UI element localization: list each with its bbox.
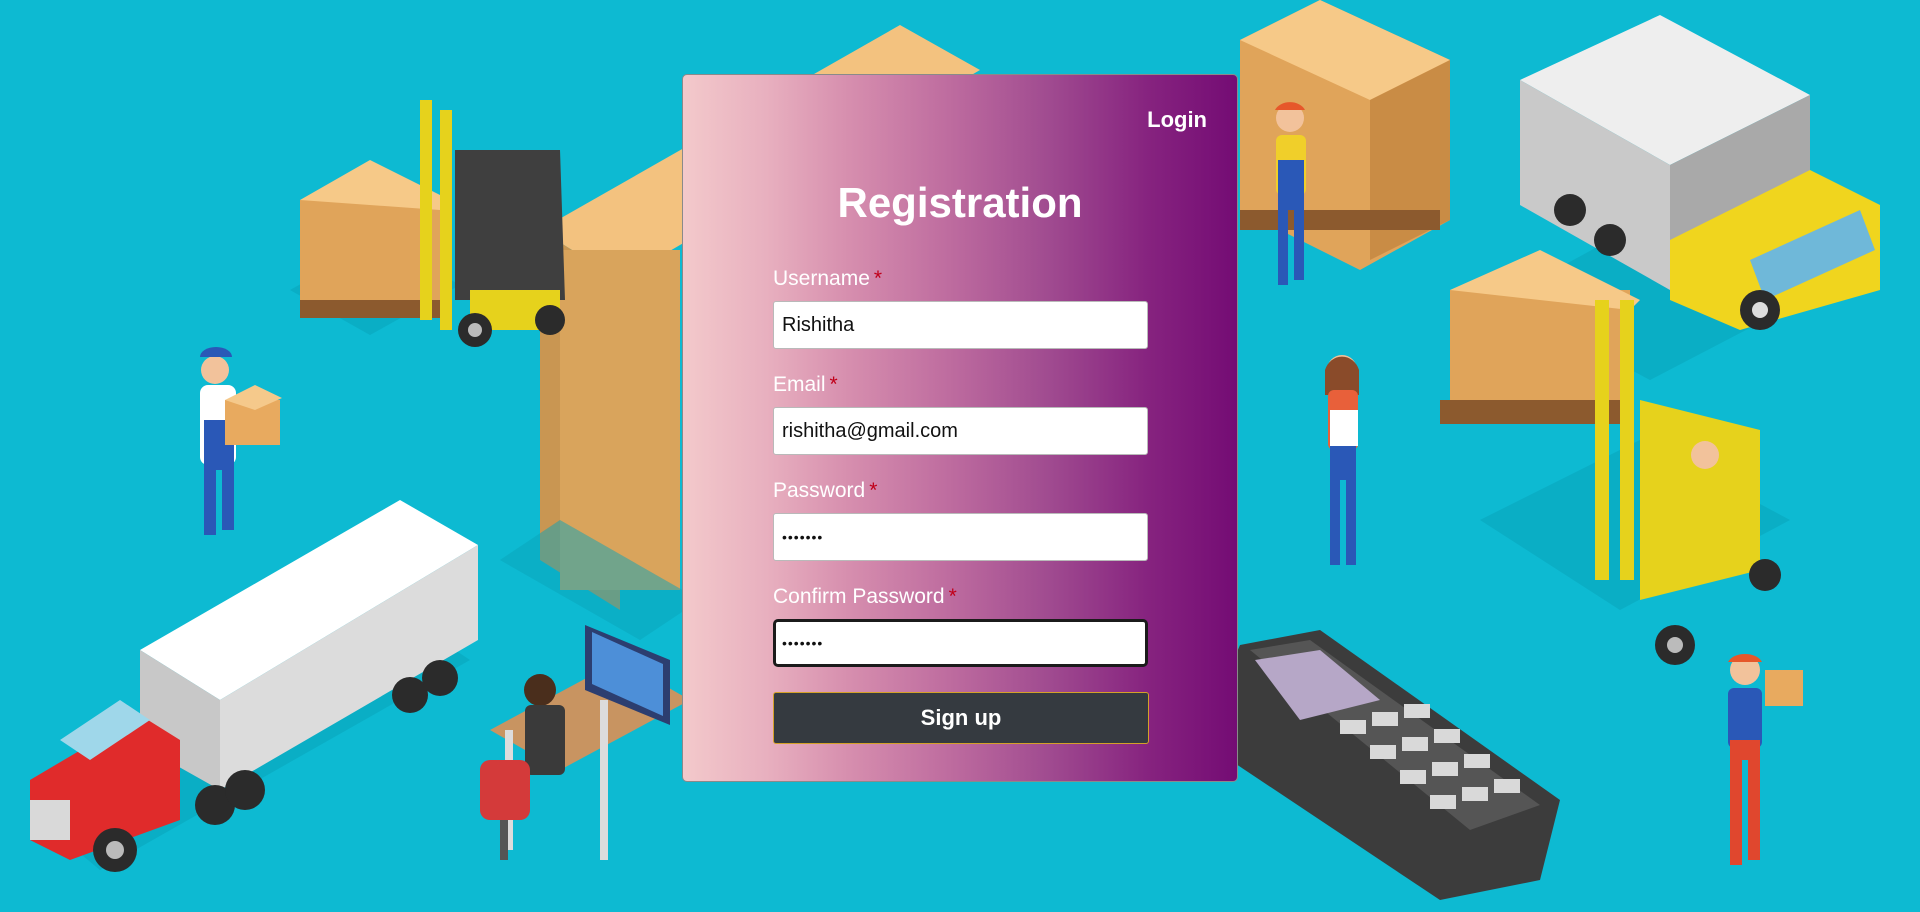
password-field-group: Password * xyxy=(773,479,1148,561)
confirm-password-field-group: Confirm Password * xyxy=(773,585,1148,667)
page-title: Registration xyxy=(837,179,1083,226)
office-worker-at-desk-icon xyxy=(480,625,690,860)
worker-carrying-box-icon xyxy=(200,347,282,535)
registration-card: Login Registration Username* Email* Pass… xyxy=(682,74,1238,782)
confirm-password-label: Confirm Password xyxy=(773,585,945,608)
required-marker: * xyxy=(829,373,838,396)
woman-with-clipboard-icon xyxy=(1325,355,1359,565)
email-field-group: Email * xyxy=(773,373,1148,455)
email-label: Email xyxy=(773,373,826,396)
username-input[interactable] xyxy=(773,301,1148,349)
required-marker: * xyxy=(873,267,883,290)
semi-truck-icon xyxy=(30,500,478,872)
sign-up-button[interactable]: Sign up xyxy=(773,692,1149,744)
email-input[interactable] xyxy=(773,407,1148,455)
login-link[interactable]: Login xyxy=(1147,107,1207,133)
password-label: Password xyxy=(773,479,866,502)
confirm-password-input[interactable] xyxy=(773,619,1148,667)
required-marker: * xyxy=(869,479,878,502)
payment-terminal-icon xyxy=(1200,630,1560,900)
username-field-group: Username * xyxy=(773,267,1148,349)
username-label: Username xyxy=(773,267,870,290)
worker-with-package-icon xyxy=(1728,653,1803,865)
required-marker: * xyxy=(948,585,957,608)
forklift-with-boxes-icon xyxy=(290,100,565,347)
password-input[interactable] xyxy=(773,513,1148,561)
stacked-pallets-icon xyxy=(1240,0,1450,285)
